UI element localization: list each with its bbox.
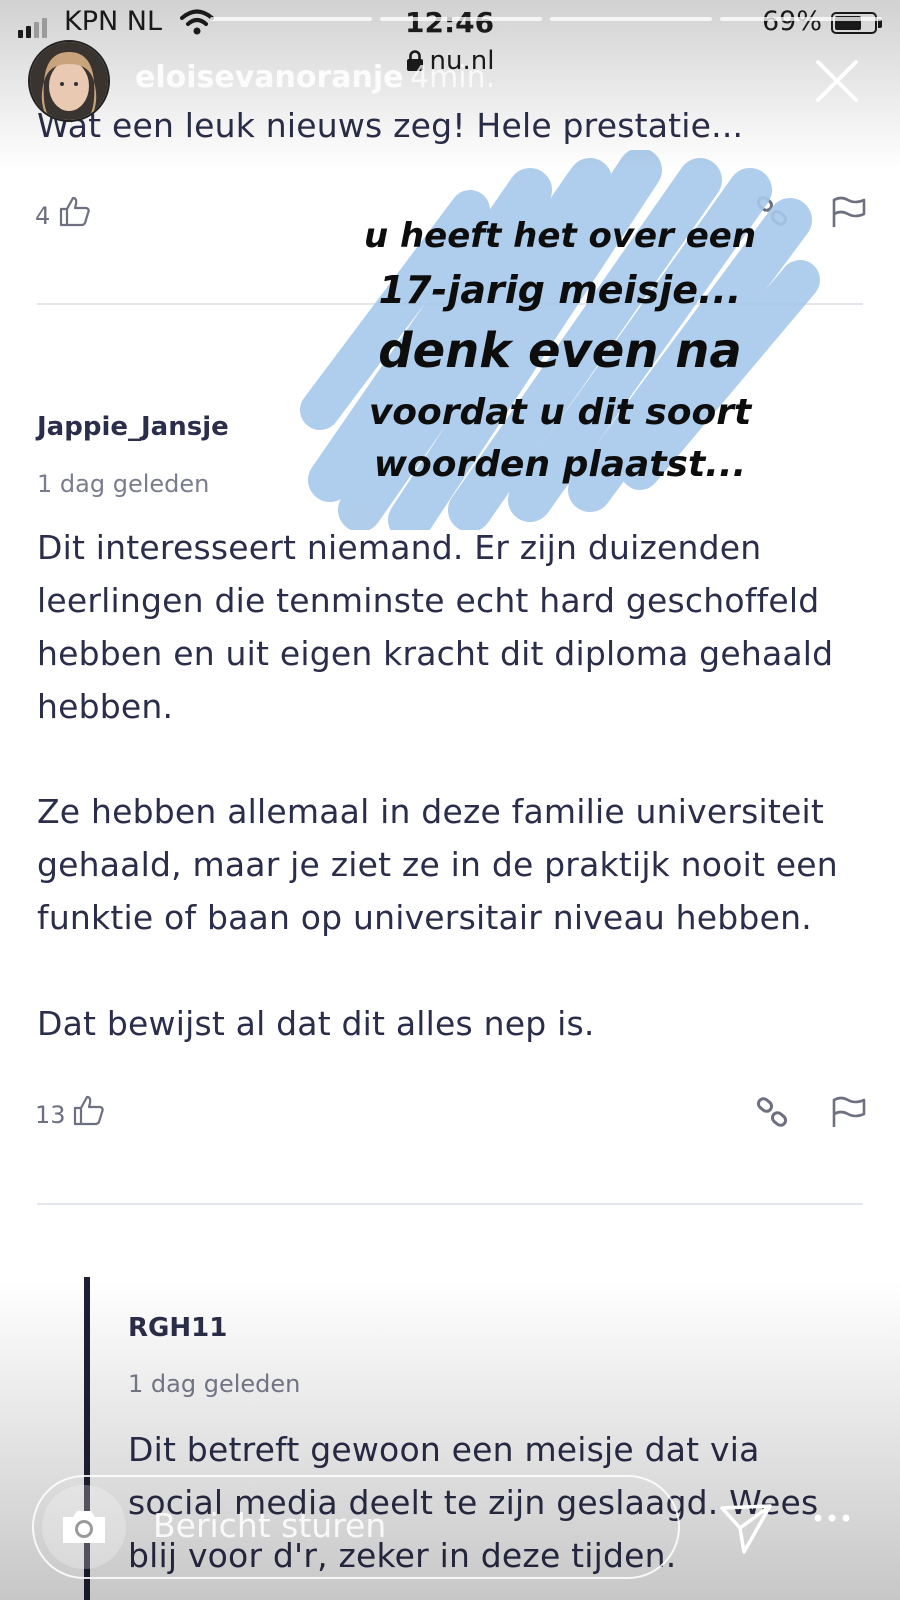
reply-time: 1 dag geleden [128, 1370, 301, 1398]
story-progress-bars [210, 17, 882, 21]
camera-icon [63, 1511, 105, 1543]
story-progress-segment [380, 17, 542, 21]
carrier-label: KPN NL [64, 6, 163, 37]
thumbs-up-icon[interactable] [58, 194, 92, 228]
comment-line: Dat bewijst al dat dit alles nep is. [37, 1004, 595, 1043]
story-progress-segment [210, 17, 372, 21]
story-progress-segment [550, 17, 712, 21]
comment-line: hebben en uit eigen kracht dit diploma g… [37, 634, 834, 673]
link-icon[interactable] [755, 1094, 791, 1130]
comment-text: Wat een leuk nieuws zeg! Hele prestatie.… [37, 106, 744, 145]
comment-line: Ze hebben allemaal in deze familie unive… [37, 792, 825, 831]
sticker-text-line: voordat u dit soort [368, 392, 752, 433]
send-icon[interactable] [718, 1500, 774, 1556]
avatar[interactable] [28, 40, 110, 122]
battery-icon [831, 12, 877, 34]
clock: 12:46 [405, 6, 495, 39]
sticker-text-line: u heeft het over een [363, 216, 757, 256]
story-time: 4min. [410, 60, 496, 95]
reply-author[interactable]: RGH11 [128, 1313, 227, 1343]
like-count: 13 [35, 1101, 66, 1129]
divider [37, 1203, 863, 1205]
comment-line: hebben. [37, 687, 174, 726]
story-username[interactable]: eloisevanoranje [135, 60, 404, 95]
sticker-text-line: denk even na [378, 323, 742, 379]
flag-icon[interactable] [831, 1096, 867, 1128]
story-progress-segment [720, 17, 882, 21]
like-count: 4 [35, 202, 51, 230]
battery-percent: 69% [762, 6, 823, 37]
wifi-icon [180, 9, 214, 35]
comment-line: leerlingen die tenminste echt hard gesch… [37, 581, 820, 620]
comment-time: 1 dag geleden [37, 470, 210, 498]
comment-line: gehaald, maar je ziet ze in de praktijk … [37, 845, 838, 884]
comment-author[interactable]: Jappie_Jansje [37, 412, 229, 442]
reply-line: Dit betreft gewoon een meisje dat via [128, 1430, 760, 1469]
flag-icon[interactable] [831, 196, 867, 228]
status-bar: KPN NL 12:46 69% [0, 0, 900, 50]
comment-line: funktie of baan op universitair niveau h… [37, 898, 812, 937]
message-input[interactable]: Bericht sturen [153, 1506, 386, 1545]
story-header[interactable] [28, 40, 110, 122]
sticker-text-line: woorden plaatst... [373, 444, 747, 485]
thumbs-up-icon[interactable] [72, 1093, 106, 1127]
signal-icon [18, 18, 47, 38]
sticker-text-line: 17-jarig meisje... [378, 268, 742, 312]
close-icon[interactable] [814, 58, 860, 104]
camera-button[interactable] [42, 1485, 126, 1569]
more-options-icon[interactable] [812, 1510, 852, 1526]
